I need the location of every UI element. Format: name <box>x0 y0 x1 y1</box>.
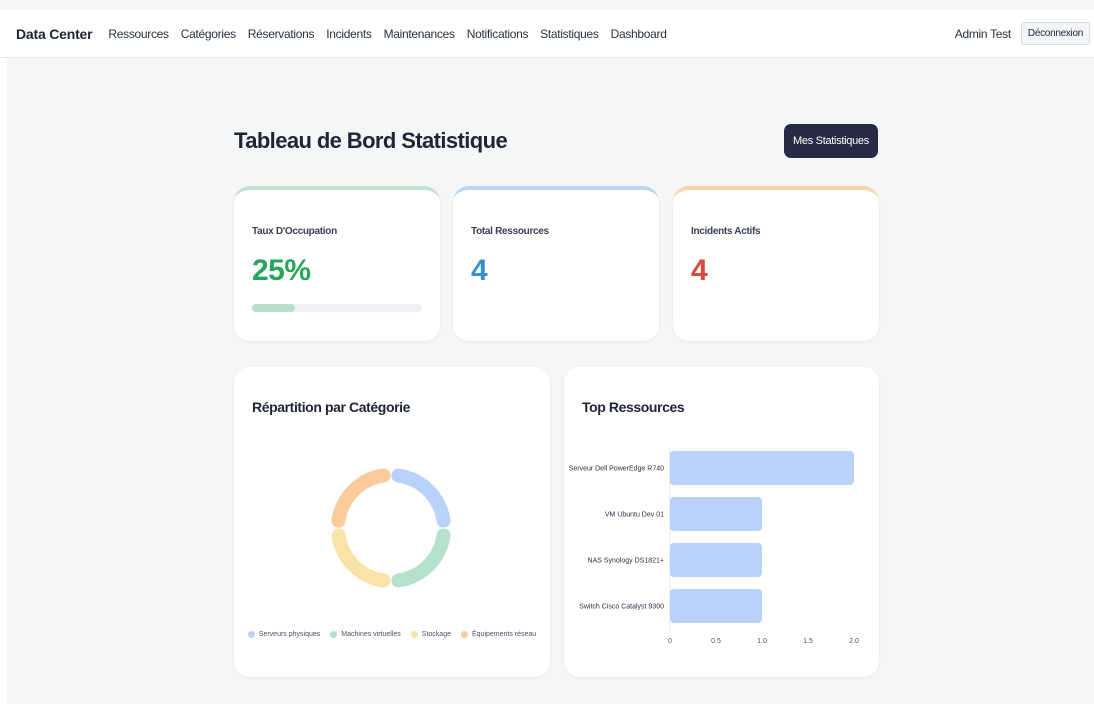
nav-link-statistiques[interactable]: Statistiques <box>540 27 599 41</box>
legend-dot <box>330 631 338 638</box>
total-resources-label: Total Ressources <box>471 226 549 237</box>
donut-slice-2[interactable] <box>331 528 391 588</box>
legend-dot <box>247 631 255 638</box>
nav-links: Ressources Catégories Réservations Incid… <box>108 27 678 41</box>
legend-label: Machines virtuelles <box>341 631 401 638</box>
nav-link-notifications[interactable]: Notifications <box>467 27 529 41</box>
category-legend: Serveurs physiques Machines virtuelles Sto… <box>234 631 550 638</box>
active-incidents-label: Incidents Actifs <box>691 226 761 237</box>
nav-link-incidents[interactable]: Incidents <box>326 27 372 41</box>
occupancy-value: 25% <box>252 254 311 287</box>
x-tick-label: 0 <box>668 638 672 645</box>
top-resources-bar-chart: Serveur Dell PowerEdge R740 VM Ubuntu Dev… <box>569 447 859 645</box>
occupancy-progress-bar <box>252 304 422 312</box>
nav-link-ressources[interactable]: Ressources <box>108 27 169 41</box>
top-navbar: Data Center Ressources Catégories Réserv… <box>0 10 1094 58</box>
legend-label: Stockage <box>421 631 451 638</box>
user-name: Admin Test <box>954 26 1011 41</box>
total-resources-value: 4 <box>471 254 488 287</box>
page-title: Tableau de Bord Statistique <box>234 128 508 153</box>
bar-category-label: Serveur Dell PowerEdge R740 <box>569 466 664 473</box>
active-incidents-value: 4 <box>691 254 708 287</box>
x-tick-label: 0.5 <box>711 638 721 645</box>
nav-link-maintenances[interactable]: Maintenances <box>384 27 455 41</box>
nav-link-dashboard[interactable]: Dashboard <box>611 27 667 41</box>
brand-logo[interactable]: Data Center <box>16 26 93 42</box>
legend-item[interactable]: Serveurs physiques <box>247 631 321 638</box>
x-tick-label: 1.0 <box>757 638 767 645</box>
bar-category-label: VM Ubuntu Dev 01 <box>605 512 664 519</box>
legend-label: Serveurs physiques <box>258 631 321 638</box>
occupancy-label: Taux D'Occupation <box>252 226 337 237</box>
bar-category-label: NAS Synology DS1821+ <box>588 558 664 565</box>
legend-item[interactable]: Stockage <box>410 631 451 638</box>
legend-dot <box>460 631 468 638</box>
bar-3[interactable] <box>670 589 762 623</box>
legend-item[interactable]: Machines virtuelles <box>330 631 401 638</box>
nav-link-categories[interactable]: Catégories <box>181 27 236 41</box>
x-tick-label: 1.5 <box>803 638 813 645</box>
top-resources-panel: Top Ressources Serveur Dell PowerEdge R7… <box>564 367 879 677</box>
x-tick-label: 2.0 <box>849 638 859 645</box>
bar-category-label: Switch Cisco Catalyst 9300 <box>579 604 664 611</box>
bar-1[interactable] <box>670 497 762 531</box>
donut-slice-0[interactable] <box>391 468 451 528</box>
active-incidents-card: Incidents Actifs 4 <box>673 186 879 341</box>
bar-0[interactable] <box>670 451 854 485</box>
logout-button[interactable]: Déconnexion <box>1020 22 1090 45</box>
nav-user-area: Admin Test Déconnexion <box>955 22 1090 45</box>
donut-slice-1[interactable] <box>391 528 451 588</box>
legend-item[interactable]: Équipements réseau <box>460 631 537 638</box>
my-statistics-button[interactable]: Mes Statistiques <box>784 124 878 158</box>
bar-2[interactable] <box>670 543 762 577</box>
nav-link-reservations[interactable]: Réservations <box>248 27 315 41</box>
total-resources-card: Total Ressources 4 <box>453 186 659 341</box>
left-edge-strip <box>0 58 7 704</box>
category-distribution-panel: Répartition par Catégorie Serveurs physi… <box>234 367 550 677</box>
occupancy-card: Taux D'Occupation 25% <box>234 186 440 341</box>
occupancy-progress-fill <box>252 304 295 312</box>
legend-label: Équipements réseau <box>471 631 537 638</box>
legend-dot <box>410 631 418 638</box>
donut-slice-3[interactable] <box>331 468 391 528</box>
